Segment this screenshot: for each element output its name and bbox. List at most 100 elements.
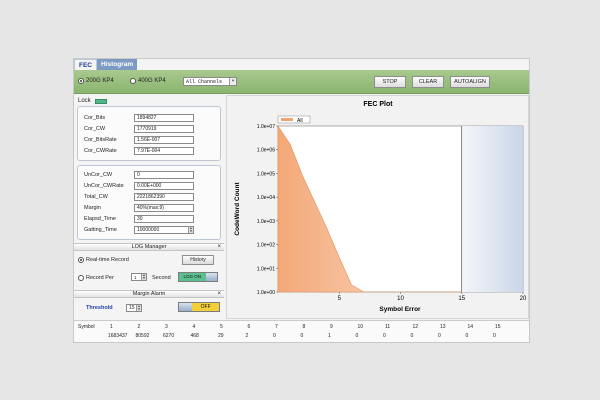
symbol-count-value: 0 (355, 333, 359, 339)
symbol-column-header: 7 (275, 324, 278, 330)
margin-alarm-header: Margin Alarm × (74, 290, 224, 298)
y-tick-label: 1.0e+06 (257, 148, 275, 154)
field-label: Cor_CWRate (84, 148, 117, 154)
margin-field: 40%(max:9) (134, 204, 194, 212)
field-label: Elapsd_Time (84, 216, 116, 222)
stop-button[interactable]: STOP (374, 76, 406, 88)
symbol-count-value: 0 (383, 333, 386, 339)
threshold-value: 15 (129, 305, 135, 311)
autoalign-button[interactable]: AUTOALIGN (450, 76, 490, 88)
x-tick-label: 20 (520, 296, 527, 302)
close-icon[interactable]: × (217, 291, 221, 298)
log-on-toggle[interactable]: LOG ON (178, 272, 218, 282)
realtime-record-label: Real-time Record (86, 257, 129, 263)
left-panel: Lock Cor_Bits 1894827 Cor_CW 1770919 Cor… (74, 94, 224, 319)
radio-400g-label: 400G KP4 (138, 78, 166, 84)
symbol-column-header: 15 (495, 324, 501, 330)
close-icon[interactable]: × (217, 244, 221, 251)
toggle-knob (179, 303, 193, 311)
radio-200g-kp4[interactable]: 200G KP4 (78, 78, 114, 84)
spinner-arrows-icon[interactable]: ▲ ▼ (136, 305, 141, 311)
y-tick-label: 1.0e+00 (257, 290, 275, 296)
alarm-toggle[interactable]: OFF (178, 302, 220, 312)
chart-legend: All (277, 115, 311, 124)
uncorrectable-group: UnCor_CW 0 UnCor_CWRate 0.00E+000 Total_… (77, 165, 221, 240)
symbol-column-header: 13 (440, 324, 446, 330)
radio-400g-kp4[interactable]: 400G KP4 (130, 78, 166, 84)
spinner-arrows-icon[interactable]: ▲ ▼ (188, 227, 193, 233)
fec-plot-chart: FEC Plot 1.0e+001.0e+011.0e+021.0e+031.0… (234, 101, 527, 313)
toolbar: 200G KP4 400G KP4 All Channels ▾ STOP CL… (74, 70, 529, 94)
radio-dot-icon (78, 275, 84, 281)
symbol-count-value: 0 (273, 333, 276, 339)
field-label: Cor_CW (84, 126, 106, 132)
symbol-column-header: 14 (467, 324, 474, 330)
symbol-header: Symbol (78, 324, 95, 330)
log-on-label: LOG ON (179, 273, 206, 281)
x-tick-label: 5 (338, 296, 342, 302)
y-tick-label: 1.0e+01 (257, 266, 275, 272)
legend-label: All (297, 118, 303, 124)
symbol-count-value: 468 (190, 333, 199, 339)
second-label: Second (152, 275, 171, 281)
tab-histogram[interactable]: Histogram (97, 59, 138, 70)
y-tick-label: 1.0e+05 (257, 171, 275, 177)
field-label: UnCor_CW (84, 172, 113, 178)
y-axis-ticks: 1.0e+00 1.0e+01 1.0e+02 1.0e+03 1.0e+04 1.0e+… (257, 124, 278, 296)
symbol-column-header: 11 (385, 324, 391, 330)
radio-200g-label: 200G KP4 (86, 78, 114, 84)
clear-button[interactable]: CLEAR (412, 76, 444, 88)
channel-select-value: All Channels (186, 79, 223, 85)
log-manager-header: LOG Manager × (74, 243, 224, 251)
y-tick-label: 1.0e+03 (257, 219, 275, 225)
spinner-arrows-icon[interactable]: ▲ ▼ (141, 274, 146, 280)
symbol-column-header: 8 (302, 324, 306, 330)
total-cw-field: 2221862390 (134, 193, 194, 201)
realtime-record-radio[interactable]: Real-time Record (78, 257, 129, 263)
fec-app-window: FEC Histogram 200G KP4 400G KP4 All Chan… (73, 58, 530, 343)
x-axis-label: Symbol Error (379, 306, 421, 313)
symbol-count-value: 1 (328, 333, 331, 339)
record-per-label: Record Per (86, 275, 114, 281)
symbol-column-header: 9 (330, 324, 333, 330)
margin-alarm-title: Margin Alarm (132, 291, 166, 297)
field-label: Cor_Bits (84, 115, 106, 121)
symbol-count-value: 6270 (163, 333, 175, 339)
tab-fec[interactable]: FEC (74, 59, 97, 70)
lock-led-icon (94, 98, 107, 104)
symbol-column-header: 1 (110, 324, 113, 330)
channel-select[interactable]: All Channels ▾ (183, 77, 237, 86)
field-label: Margin (84, 205, 101, 211)
lock-indicator: Lock (78, 98, 107, 104)
symbol-count-value: 0 (438, 333, 441, 339)
y-axis-label: CodeWord Count (234, 182, 241, 236)
record-per-radio[interactable]: Record Per (78, 275, 114, 281)
lock-label: Lock (78, 98, 91, 104)
history-button[interactable]: History (182, 255, 214, 265)
symbol-count-value: 0 (410, 333, 414, 339)
symbol-column-header: 10 (357, 324, 364, 330)
gating-time-input[interactable]: 10000000 ▲ ▼ (134, 226, 194, 234)
symbol-column-header: 3 (165, 324, 168, 330)
chevron-down-icon[interactable]: ▾ (229, 78, 236, 85)
record-per-input[interactable]: 1 ▲ ▼ (131, 273, 147, 281)
symbol-count-value: 0 (465, 333, 469, 339)
symbol-table: Symbol 1 1683437 2 80592 3 6270 4 468 5 29 6 2 7 0 8 0 9… (74, 320, 529, 342)
cor-bitsrate-field: 1.56E-007 (134, 136, 194, 144)
symbol-column-header: 5 (220, 324, 223, 330)
chart-title: FEC Plot (363, 101, 393, 108)
threshold-input[interactable]: 15 ▲ ▼ (126, 304, 142, 312)
gating-time-value: 10000000 (137, 227, 160, 233)
field-label: Total_CW (84, 194, 108, 200)
radio-dot-icon (78, 78, 84, 84)
radio-dot-icon (78, 257, 84, 263)
symbol-column-header: 6 (247, 324, 251, 330)
field-label: Cor_BitsRate (84, 137, 117, 143)
record-per-value: 1 (134, 275, 137, 280)
y-tick-label: 1.0e+04 (257, 195, 275, 201)
symbol-count-value: 2 (245, 333, 249, 339)
cor-cwrate-field: 7.97E-004 (134, 147, 194, 155)
tab-bar: FEC Histogram (74, 59, 138, 70)
fec-plot-panel: FEC Plot 1.0e+00 1.0e+01 1.0e+02 1.0e+03 1.0… (226, 95, 529, 319)
threshold-label: Threshold (86, 305, 113, 311)
